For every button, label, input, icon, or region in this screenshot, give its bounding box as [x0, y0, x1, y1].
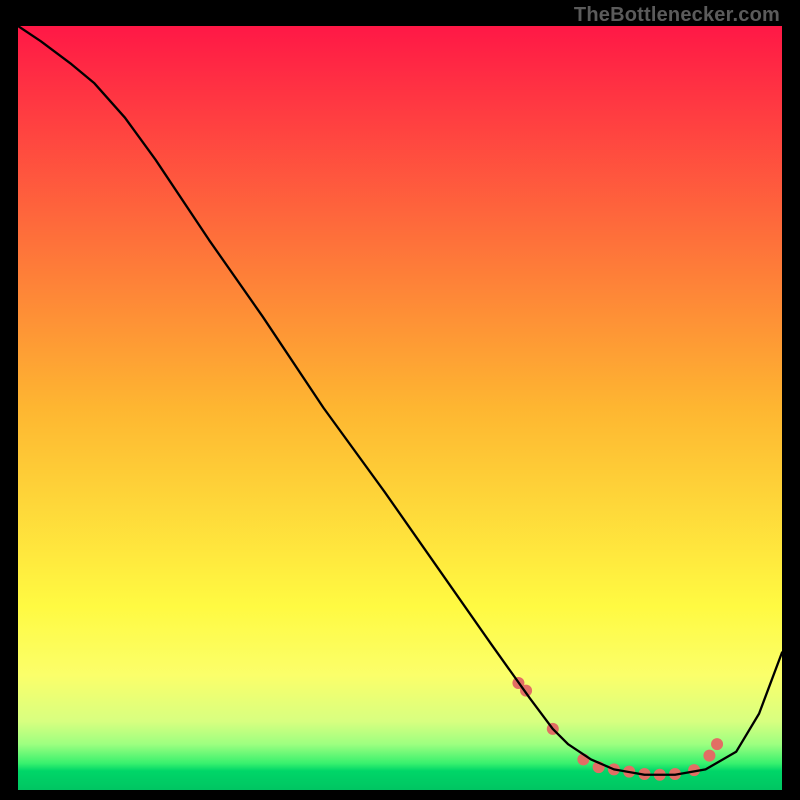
marker-dot [703, 750, 715, 762]
marker-dot [711, 738, 723, 750]
watermark: TheBottlenecker.com [574, 4, 780, 27]
marker-layer [512, 677, 723, 781]
plot-area [18, 26, 782, 790]
bottleneck-curve [18, 26, 782, 775]
